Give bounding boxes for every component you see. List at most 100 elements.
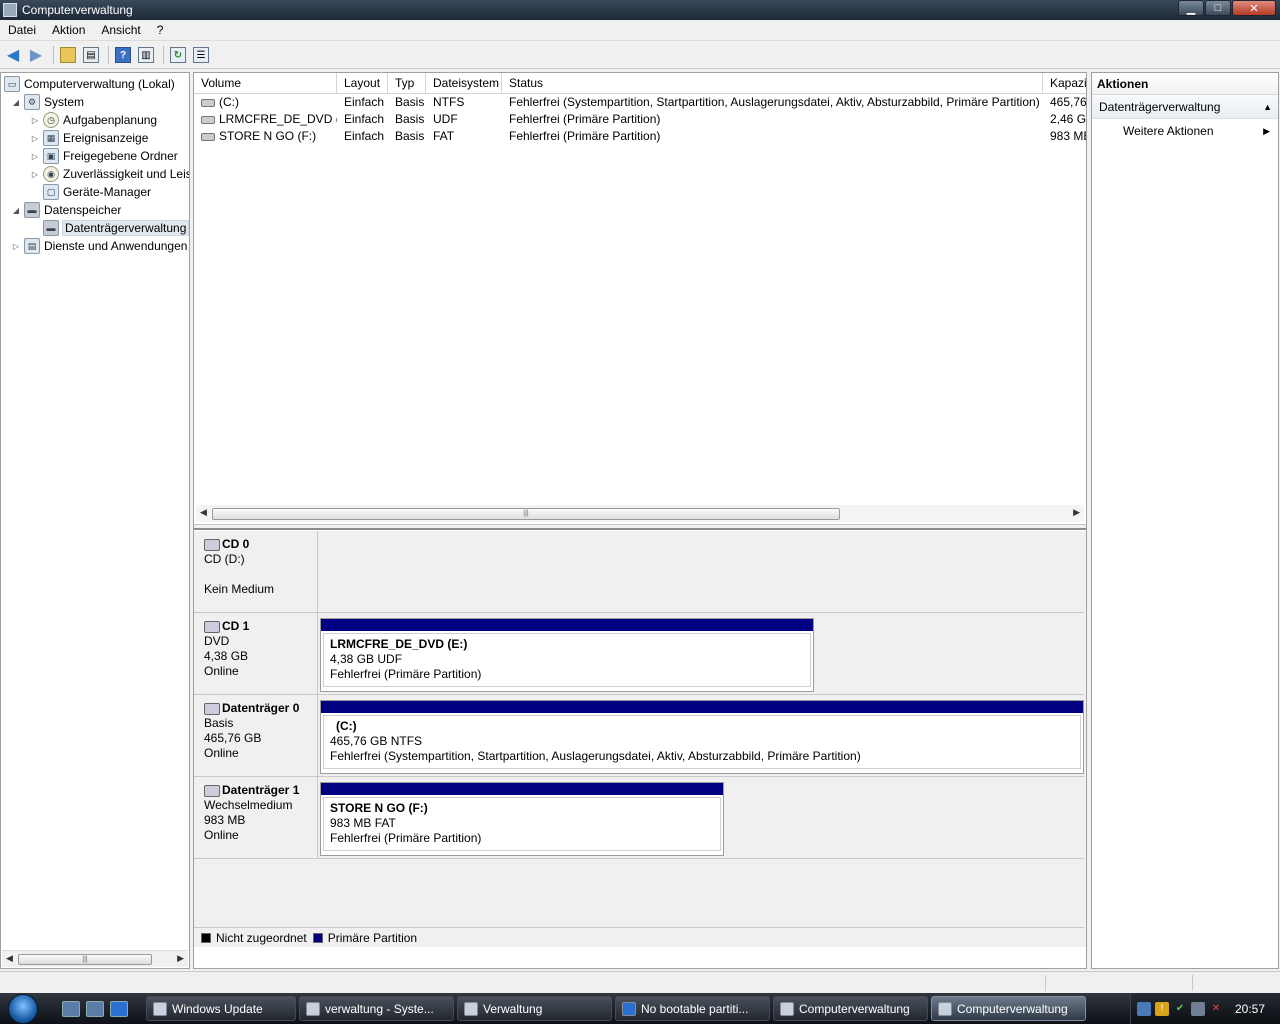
tree-root[interactable]: ▭ Computerverwaltung (Lokal)	[4, 75, 175, 93]
menu-aktion[interactable]: Aktion	[44, 23, 93, 37]
shared-folder-icon: ▣	[43, 148, 59, 164]
volume-row[interactable]: (C:) Einfach Basis NTFS Fehlerfrei (Syst…	[194, 94, 1086, 111]
partition-e[interactable]: LRMCFRE_DE_DVD (E:) 4,38 GB UDF Fehlerfr…	[320, 618, 814, 692]
status-divider	[1192, 975, 1193, 991]
partition-c[interactable]: (C:) 465,76 GB NTFS Fehlerfrei (Systempa…	[320, 700, 1084, 774]
back-arrow-icon[interactable]: ◀	[3, 45, 23, 65]
column-header-kapazitaet[interactable]: Kapazit	[1043, 73, 1086, 94]
expand-icon[interactable]: ▷	[30, 134, 40, 143]
tree-item-datenspeicher[interactable]: ◢ ▬ Datenspeicher	[11, 201, 121, 219]
scroll-left-icon[interactable]: ◀	[200, 507, 207, 518]
partition-name: (C:)	[336, 719, 357, 733]
disk-legend: Nicht zugeordnet Primäre Partition	[194, 927, 1084, 947]
tree-item-ereignisanzeige[interactable]: ▷ ▦ Ereignisanzeige	[30, 129, 148, 147]
start-button[interactable]	[0, 993, 46, 1024]
show-hide-tree-button[interactable]: ▤	[81, 45, 101, 65]
scroll-thumb[interactable]: |||	[18, 954, 152, 965]
legend-swatch	[201, 932, 211, 943]
actions-section-header[interactable]: Datenträgerverwaltung ▲	[1092, 95, 1278, 119]
internet-explorer-icon[interactable]	[110, 1000, 128, 1017]
up-folder-button[interactable]	[58, 45, 78, 65]
taskbar-item[interactable]: Verwaltung	[457, 996, 612, 1021]
scroll-thumb[interactable]: |||	[212, 508, 840, 520]
scroll-right-icon[interactable]: ▶	[177, 953, 184, 964]
actions-section-label: Datenträgerverwaltung	[1099, 100, 1221, 114]
tree-item-aufgabenplanung[interactable]: ▷ ◷ Aufgabenplanung	[30, 111, 157, 129]
menu-ansicht[interactable]: Ansicht	[93, 23, 148, 37]
collapse-up-icon[interactable]: ▲	[1263, 95, 1272, 119]
clock[interactable]: 20:57	[1235, 1002, 1265, 1016]
monitor-icon[interactable]	[1191, 1001, 1205, 1016]
taskbar-item[interactable]: No bootable partiti...	[615, 996, 770, 1021]
column-header-layout[interactable]: Layout	[337, 73, 388, 94]
tree-item-dienste[interactable]: ▷ ▤ Dienste und Anwendungen	[11, 237, 187, 255]
volume-list-horizontal-scrollbar[interactable]: ◀ ||| ▶	[196, 505, 1084, 522]
folder-up-icon	[60, 47, 76, 63]
tree-item-system[interactable]: ◢ ⚙ System	[11, 93, 84, 111]
menu-datei[interactable]: Datei	[0, 23, 44, 37]
tree-item-zuverlaessigkeit[interactable]: ▷ ◉ Zuverlässigkeit und Leis	[30, 165, 189, 183]
taskbar-item[interactable]: Windows Update	[146, 996, 296, 1021]
expand-icon[interactable]: ▷	[30, 116, 40, 125]
volume-cell: (C:)	[194, 94, 337, 111]
minimize-button[interactable]: ▁	[1178, 0, 1204, 16]
menu-bar: Datei Aktion Ansicht ?	[0, 20, 1280, 41]
tree-item-datentraegerverwaltung[interactable]: ▬ Datenträgerverwaltung	[43, 219, 189, 237]
speaker-muted-icon[interactable]: ✕	[1209, 1002, 1223, 1016]
disk-name-text: CD 0	[222, 537, 250, 551]
column-header-dateisystem[interactable]: Dateisystem	[426, 73, 502, 94]
partition-body: STORE N GO (F:) 983 MB FAT Fehlerfrei (P…	[323, 797, 721, 851]
disk-row-disk1[interactable]: Datenträger 1 Wechselmedium 983 MB Onlin…	[194, 777, 1084, 859]
menu-help[interactable]: ?	[149, 23, 172, 37]
expand-icon[interactable]: ▷	[30, 170, 40, 179]
disk-status: Online	[204, 828, 239, 842]
security-shield-icon[interactable]: !	[1155, 1001, 1169, 1016]
disk-row-cd1[interactable]: CD 1 DVD 4,38 GB Online LRMCFRE_DE_DVD (…	[194, 613, 1084, 695]
collapse-icon[interactable]: ◢	[11, 98, 21, 107]
disk-type: DVD	[204, 634, 230, 648]
maximize-button[interactable]: □	[1205, 0, 1231, 16]
column-header-typ[interactable]: Typ	[388, 73, 426, 94]
legend-item: Primäre Partition	[312, 931, 417, 945]
help-button[interactable]: ?	[113, 45, 133, 65]
title-bar: Computerverwaltung ▁ □ ✕	[0, 0, 1280, 20]
scroll-right-icon[interactable]: ▶	[1073, 507, 1080, 518]
checkmark-icon[interactable]: ✔	[1173, 1002, 1187, 1016]
disk-row-disk0[interactable]: Datenträger 0 Basis 465,76 GB Online (C:…	[194, 695, 1084, 777]
window-title: Computerverwaltung	[22, 3, 133, 17]
expand-icon[interactable]: ▷	[11, 242, 21, 251]
collapse-icon[interactable]: ◢	[11, 206, 21, 215]
action-weitere-aktionen[interactable]: Weitere Aktionen ▶	[1092, 119, 1278, 143]
tree-horizontal-scrollbar[interactable]: ◀ ||| ▶	[2, 950, 188, 967]
column-header-volume[interactable]: Volume	[194, 73, 337, 94]
refresh-button[interactable]: ↻	[168, 45, 188, 65]
taskbar: Windows Update verwaltung - Syste... Ver…	[0, 993, 1280, 1024]
storage-icon: ▬	[24, 202, 40, 218]
network-icon[interactable]	[1137, 1001, 1151, 1016]
show-hide-actions-button[interactable]: ▥	[136, 45, 156, 65]
close-button[interactable]: ✕	[1232, 0, 1276, 16]
forward-arrow-icon[interactable]: ▶	[26, 45, 46, 65]
scroll-left-icon[interactable]: ◀	[6, 953, 13, 964]
taskbar-item-active[interactable]: Computerverwaltung	[931, 996, 1086, 1021]
taskbar-item[interactable]: verwaltung - Syste...	[299, 996, 454, 1021]
pane-splitter[interactable]	[194, 524, 1086, 530]
tree-item-freigegebene-ordner[interactable]: ▷ ▣ Freigegebene Ordner	[30, 147, 178, 165]
disk-info: CD 0 CD (D:) Kein Medium	[194, 531, 318, 612]
action-label: Weitere Aktionen	[1123, 124, 1214, 138]
show-desktop-icon[interactable]	[62, 1000, 80, 1017]
computer-management-icon	[938, 1001, 952, 1016]
column-header-status[interactable]: Status	[502, 73, 1043, 94]
quick-launch	[62, 1000, 128, 1017]
partition-f[interactable]: STORE N GO (F:) 983 MB FAT Fehlerfrei (P…	[320, 782, 724, 856]
tree-item-geraete-manager[interactable]: ▢ Geräte-Manager	[43, 183, 151, 201]
console-tree-icon: ▤	[83, 47, 99, 63]
volume-row[interactable]: LRMCFRE_DE_DVD (E:) Einfach Basis UDF Fe…	[194, 111, 1086, 128]
volume-row[interactable]: STORE N GO (F:) Einfach Basis FAT Fehler…	[194, 128, 1086, 145]
taskbar-item[interactable]: Computerverwaltung	[773, 996, 928, 1021]
tree-item-label: Dienste und Anwendungen	[44, 239, 188, 253]
switch-windows-icon[interactable]	[86, 1000, 104, 1017]
disk-row-cd0[interactable]: CD 0 CD (D:) Kein Medium	[194, 531, 1084, 613]
expand-icon[interactable]: ▷	[30, 152, 40, 161]
properties-button[interactable]: ☰	[191, 45, 211, 65]
